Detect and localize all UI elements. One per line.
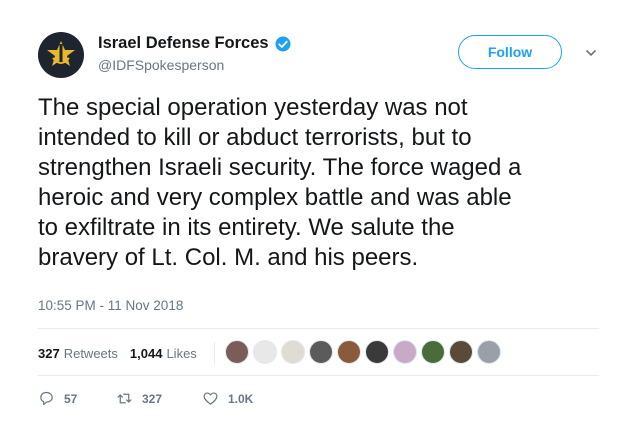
tweet-actions: 57 327 1.0K	[38, 390, 253, 407]
liker-avatar[interactable]	[225, 340, 249, 364]
author-names: Israel Defense Forces @IDFSpokesperson	[98, 34, 292, 73]
tweet-line: bravery of Lt. Col. M. and his peers.	[38, 244, 419, 271]
tweet-line: to exfiltrate in its entirety. We salute…	[38, 214, 455, 241]
likers-avatars	[214, 340, 505, 366]
reply-action[interactable]: 57	[38, 390, 116, 407]
timestamp[interactable]: 10:55 PM - 11 Nov 2018	[38, 298, 183, 313]
display-name[interactable]: Israel Defense Forces	[98, 34, 269, 53]
liker-avatar[interactable]	[253, 340, 277, 364]
tweet-line: heroic and very complex battle and was a…	[38, 184, 512, 211]
reply-icon	[40, 391, 53, 406]
retweet-icon	[117, 393, 132, 404]
tweet-header: Israel Defense Forces @IDFSpokesperson F…	[38, 32, 623, 82]
divider	[38, 375, 599, 376]
liker-avatar[interactable]	[393, 340, 417, 364]
tweet-stats: 327 Retweets 1,044 Likes	[38, 338, 209, 368]
tweet-line: strengthen Israeli security. The force w…	[38, 154, 522, 181]
liker-avatar[interactable]	[309, 340, 333, 364]
tweet-line: The special operation yesterday was not	[38, 94, 468, 121]
liker-avatar[interactable]	[477, 340, 501, 364]
likes-count: 1,044	[129, 345, 163, 361]
like-action[interactable]: 1.0K	[202, 390, 253, 407]
liker-avatar[interactable]	[281, 340, 305, 364]
retweets-count: 327	[38, 345, 60, 361]
heart-icon	[203, 392, 218, 405]
tweet-text: The special operation yesterday was not …	[38, 93, 618, 273]
follow-button[interactable]: Follow	[458, 35, 562, 69]
avatar[interactable]	[38, 32, 84, 78]
reply-count: 57	[64, 391, 78, 406]
retweets-label: Retweets	[63, 345, 118, 361]
divider	[214, 342, 215, 364]
likes-stat[interactable]: 1,044 Likes	[130, 346, 197, 361]
like-count: 1.0K	[228, 391, 254, 406]
divider	[38, 328, 599, 329]
liker-avatar[interactable]	[449, 340, 473, 364]
retweet-action[interactable]: 327	[116, 390, 202, 407]
verified-badge-icon	[275, 36, 291, 51]
retweets-stat[interactable]: 327 Retweets	[38, 346, 118, 361]
liker-avatar[interactable]	[337, 340, 361, 364]
liker-avatar[interactable]	[365, 340, 389, 364]
tweet-line: intended to kill or abduct terrorists, b…	[38, 124, 472, 151]
liker-avatar[interactable]	[421, 340, 445, 364]
retweet-count: 327	[142, 391, 163, 406]
likes-label: Likes	[166, 345, 197, 361]
chevron-down-icon[interactable]	[585, 47, 597, 59]
handle[interactable]: @IDFSpokesperson	[98, 57, 292, 73]
idf-emblem-icon	[47, 41, 75, 66]
